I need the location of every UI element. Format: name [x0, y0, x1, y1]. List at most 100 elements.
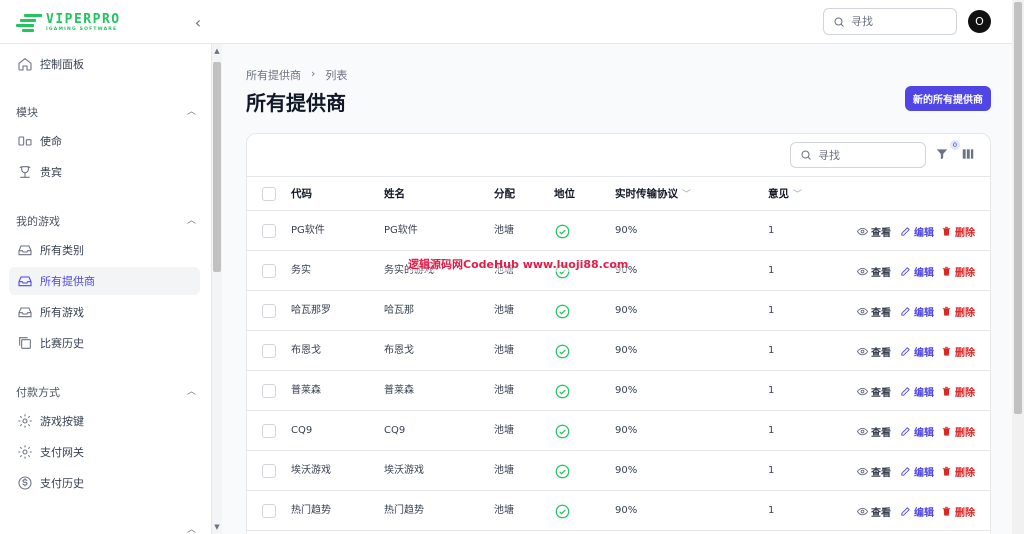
- chevron-up-icon: ︿: [186, 107, 196, 117]
- column-header-rtp[interactable]: 实时传输协议 ﹀: [615, 177, 691, 212]
- collapse-sidebar-button[interactable]: ‹: [189, 12, 207, 32]
- edit-button[interactable]: 编辑: [900, 424, 934, 439]
- logo[interactable]: VIPERPRO IGAMING SOFTWARE: [16, 10, 121, 36]
- row-checkbox[interactable]: [262, 344, 276, 358]
- sidebar-item-game-keys[interactable]: 游戏按键: [9, 407, 200, 435]
- column-header-name[interactable]: 姓名: [384, 177, 405, 212]
- sidebar-item-vip[interactable]: 贵宾: [9, 158, 200, 186]
- edit-button[interactable]: 编辑: [900, 304, 934, 319]
- sidebar-item-all-games[interactable]: 所有游戏: [9, 298, 200, 326]
- top-bar: VIPERPRO IGAMING SOFTWARE ‹ O: [0, 0, 1012, 44]
- view-label: 查看: [871, 427, 891, 439]
- delete-button[interactable]: 删除: [941, 424, 975, 439]
- row-checkbox[interactable]: [262, 504, 276, 518]
- edit-button[interactable]: 编辑: [900, 384, 934, 399]
- row-checkbox[interactable]: [262, 224, 276, 238]
- scroll-up-icon[interactable]: ▲: [212, 46, 222, 56]
- home-icon: [17, 56, 33, 72]
- delete-button[interactable]: 删除: [941, 504, 975, 519]
- sidebar-item-label: 支付网关: [40, 446, 84, 459]
- view-button[interactable]: 查看: [857, 464, 891, 479]
- logo-mark-icon: [16, 12, 42, 34]
- new-provider-button[interactable]: 新的所有提供商: [905, 86, 991, 111]
- view-button[interactable]: 查看: [857, 304, 891, 319]
- cell-code: 热门趋势: [291, 505, 331, 516]
- edit-label: 编辑: [914, 307, 934, 319]
- edit-label: 编辑: [914, 347, 934, 359]
- delete-button[interactable]: 删除: [941, 384, 975, 399]
- sidebar-scrollbar[interactable]: ▲ ▼: [212, 44, 222, 534]
- sidebar-item-dashboard[interactable]: 控制面板: [9, 50, 200, 78]
- sidebar-section-more[interactable]: ︿: [16, 522, 196, 534]
- cell-rtp: 90%: [615, 505, 638, 516]
- table-search-input[interactable]: [818, 148, 918, 162]
- row-checkbox[interactable]: [262, 464, 276, 478]
- columns-icon[interactable]: [961, 147, 975, 161]
- delete-label: 删除: [955, 427, 975, 439]
- global-search-input[interactable]: [851, 15, 951, 28]
- delete-button[interactable]: 删除: [941, 464, 975, 479]
- column-header-rtp-label: 实时传输协议: [615, 188, 678, 200]
- cell-distribution: 池塘: [494, 425, 514, 436]
- column-header-code[interactable]: 代码: [291, 177, 312, 212]
- column-header-status[interactable]: 地位: [554, 177, 575, 212]
- filter-icon[interactable]: [935, 147, 949, 161]
- delete-button[interactable]: 删除: [941, 224, 975, 239]
- sidebar-section-modules[interactable]: 模块 ︿: [16, 104, 196, 120]
- view-button[interactable]: 查看: [857, 344, 891, 359]
- breadcrumb-item: 列表: [325, 69, 348, 82]
- delete-button[interactable]: 删除: [941, 344, 975, 359]
- delete-button[interactable]: 删除: [941, 304, 975, 319]
- view-button[interactable]: 查看: [857, 424, 891, 439]
- pencil-icon: [900, 426, 914, 437]
- check-circle-icon: [555, 464, 570, 479]
- view-button[interactable]: 查看: [857, 384, 891, 399]
- sidebar-item-label: 使命: [40, 135, 62, 148]
- delete-button[interactable]: 删除: [941, 264, 975, 279]
- column-header-views[interactable]: 意见 ﹀: [768, 177, 802, 212]
- edit-button[interactable]: 编辑: [900, 224, 934, 239]
- row-checkbox[interactable]: [262, 384, 276, 398]
- row-checkbox[interactable]: [262, 304, 276, 318]
- edit-button[interactable]: 编辑: [900, 504, 934, 519]
- sidebar-item-all-categories[interactable]: 所有类别: [9, 236, 200, 264]
- table-search[interactable]: [790, 142, 926, 168]
- sidebar-item-payment-history[interactable]: 支付历史: [9, 469, 200, 497]
- trash-icon: [941, 346, 955, 357]
- check-circle-icon: [555, 264, 570, 279]
- table-row: 布恩戈 布恩戈 池塘 90% 1 查看 编辑 删除: [247, 331, 990, 371]
- cell-distribution: 池塘: [494, 305, 514, 316]
- cell-rtp: 90%: [615, 425, 638, 436]
- edit-button[interactable]: 编辑: [900, 264, 934, 279]
- sidebar-item-match-history[interactable]: 比赛历史: [9, 329, 200, 357]
- search-icon: [834, 17, 844, 27]
- edit-button[interactable]: 编辑: [900, 464, 934, 479]
- view-button[interactable]: 查看: [857, 264, 891, 279]
- column-header-distribution[interactable]: 分配: [494, 177, 515, 212]
- view-label: 查看: [871, 507, 891, 519]
- global-search[interactable]: [823, 8, 957, 35]
- cell-distribution: 池塘: [494, 345, 514, 356]
- sidebar-item-mission[interactable]: 使命: [9, 127, 200, 155]
- gear-icon: [17, 413, 33, 429]
- select-all-checkbox[interactable]: [262, 187, 276, 201]
- row-checkbox[interactable]: [262, 424, 276, 438]
- view-button[interactable]: 查看: [857, 224, 891, 239]
- sidebar-section-payment[interactable]: 付款方式 ︿: [16, 384, 196, 400]
- page-scroll-thumb[interactable]: [1014, 2, 1022, 414]
- edit-button[interactable]: 编辑: [900, 344, 934, 359]
- row-checkbox[interactable]: [262, 264, 276, 278]
- avatar[interactable]: O: [968, 10, 991, 33]
- sidebar-item-payment-gateway[interactable]: 支付网关: [9, 438, 200, 466]
- sidebar-scroll-thumb[interactable]: [213, 62, 221, 272]
- logo-subtitle: IGAMING SOFTWARE: [46, 27, 118, 33]
- breadcrumb-item[interactable]: 所有提供商: [246, 67, 301, 83]
- cell-name: 哈瓦那: [384, 305, 414, 316]
- sidebar-section-my-games[interactable]: 我的游戏 ︿: [16, 213, 196, 229]
- scroll-down-icon[interactable]: ▼: [212, 522, 222, 532]
- delete-label: 删除: [955, 467, 975, 479]
- page-scrollbar[interactable]: [1012, 0, 1024, 534]
- sidebar-item-all-providers[interactable]: 所有提供商: [9, 267, 200, 295]
- cell-code: 普莱森: [291, 385, 321, 396]
- view-button[interactable]: 查看: [857, 504, 891, 519]
